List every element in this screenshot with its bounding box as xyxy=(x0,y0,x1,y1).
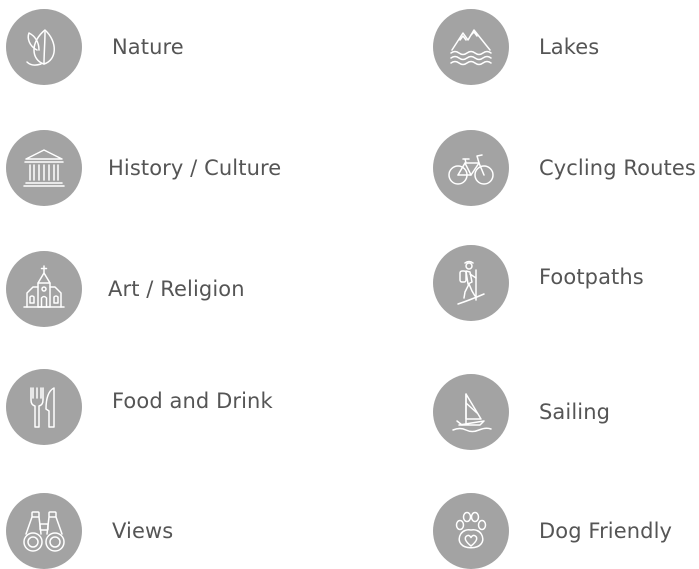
category-label: History / Culture xyxy=(108,156,282,180)
category-label: Art / Religion xyxy=(108,277,245,301)
category-label: Cycling Routes xyxy=(539,156,696,180)
bicycle-icon xyxy=(433,130,509,206)
category-cycling-routes[interactable]: Cycling Routes xyxy=(433,130,696,206)
sailboat-icon xyxy=(433,374,509,450)
leaf-icon xyxy=(6,9,82,85)
category-label: Footpaths xyxy=(539,265,644,289)
category-label: Lakes xyxy=(539,35,600,59)
category-label: Nature xyxy=(112,35,184,59)
mountain-lake-icon xyxy=(433,9,509,85)
category-lakes[interactable]: Lakes xyxy=(433,9,599,85)
category-label: Food and Drink xyxy=(112,389,273,413)
paw-heart-icon xyxy=(433,493,509,569)
category-nature[interactable]: Nature xyxy=(6,9,184,85)
fork-knife-icon xyxy=(6,369,82,445)
church-icon xyxy=(6,251,82,327)
category-dog-friendly[interactable]: Dog Friendly xyxy=(433,493,672,569)
category-label: Dog Friendly xyxy=(539,519,673,543)
category-history-culture[interactable]: History / Culture xyxy=(6,130,281,206)
category-footpaths[interactable]: Footpaths xyxy=(433,245,644,321)
category-views[interactable]: Views xyxy=(6,493,173,569)
category-label: Sailing xyxy=(539,400,611,424)
temple-icon xyxy=(6,130,82,206)
binoculars-icon xyxy=(6,493,82,569)
hiker-icon xyxy=(433,245,509,321)
category-food-and-drink[interactable]: Food and Drink xyxy=(6,369,273,445)
category-sailing[interactable]: Sailing xyxy=(433,374,610,450)
category-art-religion[interactable]: Art / Religion xyxy=(6,251,245,327)
category-label: Views xyxy=(112,519,174,543)
